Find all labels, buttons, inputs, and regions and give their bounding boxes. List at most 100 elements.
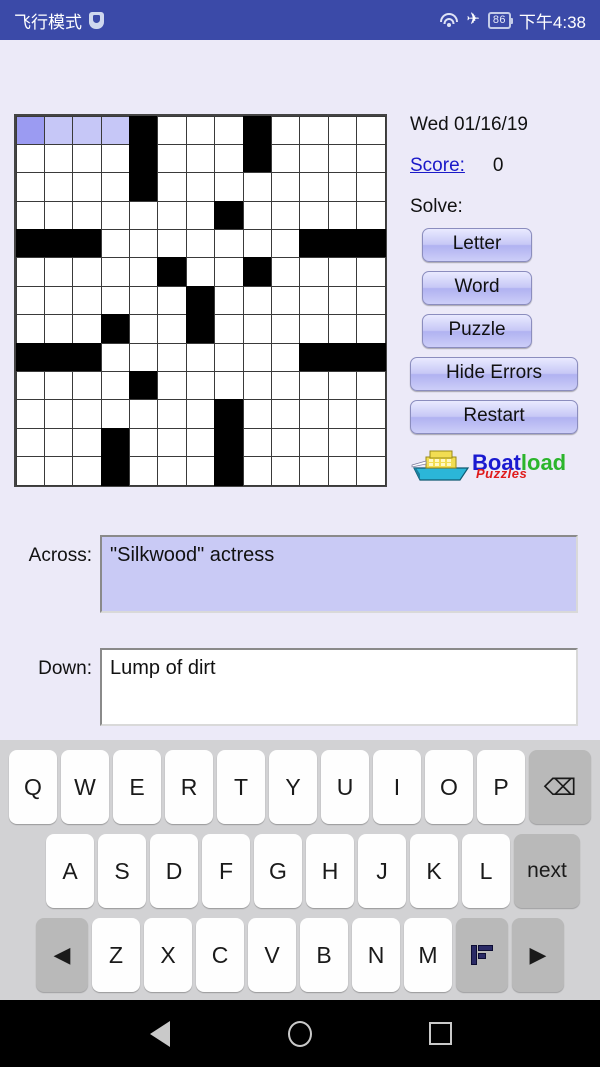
key-y[interactable]: Y [269, 750, 317, 824]
key-g[interactable]: G [254, 834, 302, 908]
grid-cell[interactable] [356, 399, 386, 429]
grid-cell[interactable] [242, 200, 273, 231]
grid-cell[interactable] [43, 399, 74, 429]
grid-cell[interactable] [129, 399, 159, 429]
grid-cell[interactable] [299, 314, 329, 344]
grid-cell[interactable] [129, 342, 159, 373]
grid-cell[interactable] [214, 115, 244, 145]
key-h[interactable]: H [306, 834, 354, 908]
grid-cell[interactable] [157, 456, 187, 486]
grid-cell[interactable] [214, 342, 244, 373]
grid-cell[interactable] [299, 115, 329, 145]
grid-cell[interactable] [356, 115, 386, 145]
grid-cell[interactable] [271, 371, 301, 401]
grid-cell[interactable] [356, 257, 386, 287]
restart-button[interactable]: Restart [410, 400, 578, 434]
grid-cell[interactable] [157, 285, 187, 316]
grid-cell[interactable] [327, 314, 358, 344]
grid-cell[interactable] [100, 371, 131, 401]
grid-cell[interactable] [242, 285, 273, 316]
crossword-grid[interactable] [14, 114, 388, 488]
key-t[interactable]: T [217, 750, 265, 824]
key-k[interactable]: K [410, 834, 458, 908]
grid-cell[interactable] [15, 427, 45, 458]
grid-cell[interactable] [157, 314, 187, 344]
key-f[interactable]: F [202, 834, 250, 908]
grid-cell[interactable] [157, 115, 187, 145]
grid-cell[interactable] [271, 172, 301, 202]
grid-cell[interactable] [299, 143, 329, 174]
grid-cell[interactable] [327, 257, 358, 287]
grid-cell[interactable] [185, 115, 216, 145]
grid-cell[interactable] [157, 229, 187, 259]
grid-cell[interactable] [214, 143, 244, 174]
grid-cell[interactable] [15, 371, 45, 401]
grid-cell[interactable] [214, 371, 244, 401]
grid-cell[interactable] [100, 143, 131, 174]
grid-cell[interactable] [72, 257, 102, 287]
grid-cell[interactable] [327, 143, 358, 174]
grid-cell[interactable] [15, 257, 45, 287]
grid-cell[interactable] [72, 399, 102, 429]
grid-cell[interactable] [72, 314, 102, 344]
grid-cell[interactable] [185, 200, 216, 231]
grid-cell[interactable] [271, 342, 301, 373]
grid-cell[interactable] [214, 257, 244, 287]
keyboard-switch-icon[interactable] [456, 918, 508, 992]
grid-cell[interactable] [242, 314, 273, 344]
grid-cell[interactable] [242, 371, 273, 401]
grid-cell[interactable] [157, 200, 187, 231]
nav-back-button[interactable] [137, 1011, 183, 1057]
grid-cell[interactable] [72, 456, 102, 486]
down-clue-text[interactable]: Lump of dirt [100, 648, 578, 726]
grid-cell[interactable] [271, 200, 301, 231]
key-e[interactable]: E [113, 750, 161, 824]
grid-cell[interactable] [356, 285, 386, 316]
grid-cell[interactable] [214, 172, 244, 202]
grid-cell[interactable] [72, 172, 102, 202]
grid-cell[interactable] [299, 399, 329, 429]
key-d[interactable]: D [150, 834, 198, 908]
grid-cell[interactable] [129, 229, 159, 259]
grid-cell[interactable] [214, 229, 244, 259]
backspace-icon[interactable]: ⌫ [529, 750, 591, 824]
grid-cell[interactable] [185, 427, 216, 458]
grid-cell[interactable] [356, 143, 386, 174]
key-r[interactable]: R [165, 750, 213, 824]
grid-cell[interactable] [43, 314, 74, 344]
next-key[interactable]: next [514, 834, 580, 908]
grid-cell[interactable] [100, 285, 131, 316]
grid-cell[interactable] [185, 342, 216, 373]
grid-cell[interactable] [15, 399, 45, 429]
key-m[interactable]: M [404, 918, 452, 992]
grid-cell[interactable] [43, 371, 74, 401]
grid-cell[interactable] [356, 200, 386, 231]
grid-cell[interactable] [157, 342, 187, 373]
grid-cell[interactable] [15, 285, 45, 316]
grid-cell[interactable] [15, 314, 45, 344]
grid-cell[interactable] [15, 200, 45, 231]
grid-cell[interactable] [327, 456, 358, 486]
key-w[interactable]: W [61, 750, 109, 824]
grid-cell[interactable] [15, 115, 45, 145]
grid-cell[interactable] [43, 115, 74, 145]
grid-cell[interactable] [100, 342, 131, 373]
grid-cell[interactable] [214, 314, 244, 344]
grid-cell[interactable] [129, 314, 159, 344]
grid-cell[interactable] [72, 200, 102, 231]
grid-cell[interactable] [129, 427, 159, 458]
key-a[interactable]: A [46, 834, 94, 908]
grid-cell[interactable] [242, 342, 273, 373]
grid-cell[interactable] [185, 143, 216, 174]
grid-cell[interactable] [43, 143, 74, 174]
grid-cell[interactable] [271, 314, 301, 344]
grid-cell[interactable] [242, 456, 273, 486]
grid-cell[interactable] [271, 257, 301, 287]
grid-cell[interactable] [356, 172, 386, 202]
grid-cell[interactable] [15, 172, 45, 202]
grid-cell[interactable] [242, 427, 273, 458]
grid-cell[interactable] [72, 143, 102, 174]
key-n[interactable]: N [352, 918, 400, 992]
key-p[interactable]: P [477, 750, 525, 824]
grid-cell[interactable] [43, 200, 74, 231]
